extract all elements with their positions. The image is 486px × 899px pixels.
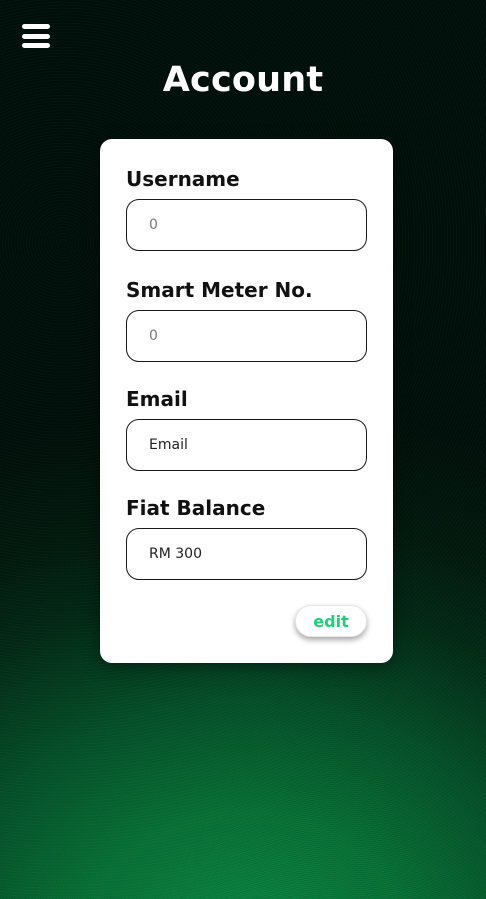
fiat-balance-field-group: Fiat Balance — [126, 496, 367, 580]
smart-meter-field-group: Smart Meter No. — [126, 278, 367, 362]
menu-bar — [22, 33, 50, 39]
username-label: Username — [126, 167, 240, 191]
username-field-group: Username — [126, 167, 367, 251]
email-input[interactable] — [126, 419, 367, 471]
smart-meter-label: Smart Meter No. — [126, 278, 313, 302]
fiat-balance-input[interactable] — [126, 528, 367, 580]
email-field-group: Email — [126, 387, 367, 471]
page-title: Account — [162, 60, 324, 100]
menu-bar — [22, 24, 50, 29]
edit-button[interactable]: edit — [295, 605, 367, 637]
menu-bar — [22, 43, 50, 48]
account-card: Username Smart Meter No. Email Fiat Bala… — [100, 139, 393, 663]
fiat-balance-label: Fiat Balance — [126, 496, 266, 520]
smart-meter-input[interactable] — [126, 310, 367, 362]
hamburger-menu-icon[interactable] — [22, 24, 50, 48]
email-label: Email — [126, 387, 188, 411]
username-input[interactable] — [126, 199, 367, 251]
